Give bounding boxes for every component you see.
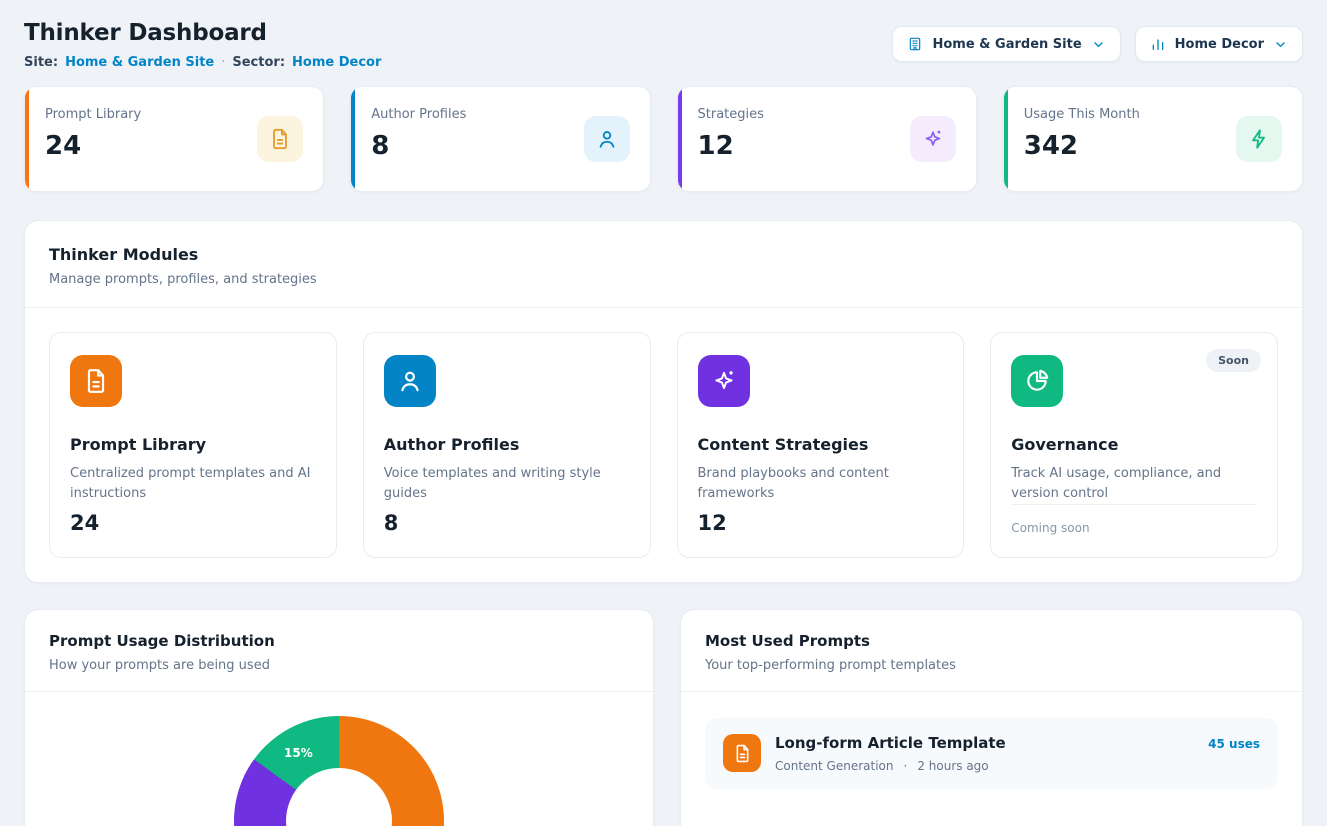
list-item[interactable]: Long-form Article Template Content Gener… [705, 718, 1278, 789]
stat-value: 12 [698, 131, 764, 161]
module-count: 12 [698, 511, 944, 535]
header-actions: Home & Garden Site Home Decor [892, 26, 1303, 62]
module-footer: Coming soon [1011, 504, 1257, 535]
page-header: Thinker Dashboard Site: Home & Garden Si… [24, 20, 1303, 70]
sparkle-icon [910, 116, 956, 162]
usage-card-header: Prompt Usage Distribution How your promp… [25, 610, 653, 691]
prompts-card-title: Most Used Prompts [705, 632, 1278, 650]
dashboard-page: Thinker Dashboard Site: Home & Garden Si… [0, 0, 1327, 826]
modules-panel-title: Thinker Modules [49, 245, 1278, 264]
sector-dropdown[interactable]: Home Decor [1135, 26, 1303, 62]
divider [1011, 504, 1257, 505]
header-left: Thinker Dashboard Site: Home & Garden Si… [24, 20, 381, 70]
module-count: 24 [70, 511, 316, 535]
stat-value: 8 [371, 131, 466, 161]
module-title: Content Strategies [698, 435, 944, 454]
breadcrumb: Site: Home & Garden Site · Sector: Home … [24, 55, 381, 70]
stat-label: Strategies [698, 107, 764, 122]
module-card-governance[interactable]: Soon Governance Track AI usage, complian… [990, 332, 1278, 558]
sector-label: Sector: [232, 55, 285, 70]
modules-panel-subtitle: Manage prompts, profiles, and strategies [49, 272, 1278, 287]
stat-card-strategies: Strategies 12 [677, 86, 977, 192]
site-dropdown[interactable]: Home & Garden Site [892, 26, 1120, 62]
usage-distribution-card: Prompt Usage Distribution How your promp… [24, 609, 654, 826]
prompts-card-subtitle: Your top-performing prompt templates [705, 658, 1278, 673]
bar-chart-icon [1150, 36, 1166, 52]
site-label: Site: [24, 55, 58, 70]
stat-label: Usage This Month [1024, 107, 1140, 122]
sector-dropdown-label: Home Decor [1175, 37, 1264, 52]
module-description: Centralized prompt templates and AI inst… [70, 464, 316, 504]
prompt-item-text: Long-form Article Template Content Gener… [775, 734, 1006, 773]
module-description: Brand playbooks and content frameworks [698, 464, 944, 504]
user-icon [384, 355, 436, 407]
modules-panel-header: Thinker Modules Manage prompts, profiles… [25, 221, 1302, 307]
donut-segment-label: 15% [284, 746, 313, 760]
chevron-down-icon [1091, 37, 1106, 52]
usage-card-title: Prompt Usage Distribution [49, 632, 629, 650]
prompt-list: Long-form Article Template Content Gener… [681, 692, 1302, 815]
chevron-down-icon [1273, 37, 1288, 52]
site-dropdown-label: Home & Garden Site [932, 37, 1081, 52]
sector-link[interactable]: Home Decor [292, 55, 381, 70]
modules-grid: Prompt Library Centralized prompt templa… [25, 308, 1302, 582]
stat-card-author-profiles: Author Profiles 8 [350, 86, 650, 192]
building-icon [907, 36, 923, 52]
module-description: Voice templates and writing style guides [384, 464, 630, 504]
most-used-prompts-card: Most Used Prompts Your top-performing pr… [680, 609, 1303, 826]
stats-row: Prompt Library 24 Author Profiles 8 Stra… [24, 86, 1303, 192]
prompt-item-time: 2 hours ago [917, 759, 988, 773]
prompts-card-header: Most Used Prompts Your top-performing pr… [681, 610, 1302, 691]
stat-text: Usage This Month 342 [1024, 107, 1140, 171]
stat-label: Prompt Library [45, 107, 141, 122]
stat-value: 342 [1024, 131, 1140, 161]
prompt-item-uses-badge: 45 uses [1208, 737, 1260, 751]
stat-text: Strategies 12 [698, 107, 764, 171]
stat-card-prompt-library: Prompt Library 24 [24, 86, 324, 192]
page-title: Thinker Dashboard [24, 20, 381, 46]
soon-badge: Soon [1206, 349, 1261, 372]
modules-panel: Thinker Modules Manage prompts, profiles… [24, 220, 1303, 583]
sparkle-icon [698, 355, 750, 407]
module-card-prompt-library[interactable]: Prompt Library Centralized prompt templa… [49, 332, 337, 558]
document-icon [70, 355, 122, 407]
prompt-item-category: Content Generation [775, 759, 893, 773]
stat-value: 24 [45, 131, 141, 161]
module-title: Prompt Library [70, 435, 316, 454]
stat-text: Author Profiles 8 [371, 107, 466, 171]
module-card-content-strategies[interactable]: Content Strategies Brand playbooks and c… [677, 332, 965, 558]
separator-dot: · [221, 55, 225, 70]
site-link[interactable]: Home & Garden Site [65, 55, 214, 70]
document-icon [257, 116, 303, 162]
pie-chart-icon [1011, 355, 1063, 407]
stat-text: Prompt Library 24 [45, 107, 141, 171]
coming-soon-label: Coming soon [1011, 521, 1257, 535]
module-title: Author Profiles [384, 435, 630, 454]
bolt-icon [1236, 116, 1282, 162]
separator-dot: · [903, 759, 907, 773]
stat-card-usage: Usage This Month 342 [1003, 86, 1303, 192]
usage-donut: 15% [234, 716, 444, 826]
usage-card-subtitle: How your prompts are being used [49, 658, 629, 673]
stat-label: Author Profiles [371, 107, 466, 122]
module-card-author-profiles[interactable]: Author Profiles Voice templates and writ… [363, 332, 651, 558]
module-title: Governance [1011, 435, 1257, 454]
document-icon [723, 734, 761, 772]
prompt-item-title: Long-form Article Template [775, 734, 1006, 752]
bottom-row: Prompt Usage Distribution How your promp… [24, 609, 1303, 826]
module-count: 8 [384, 511, 630, 535]
user-icon [584, 116, 630, 162]
module-description: Track AI usage, compliance, and version … [1011, 464, 1257, 504]
chart-area: 15% [25, 692, 653, 826]
prompt-item-meta: Content Generation · 2 hours ago [775, 759, 1006, 773]
